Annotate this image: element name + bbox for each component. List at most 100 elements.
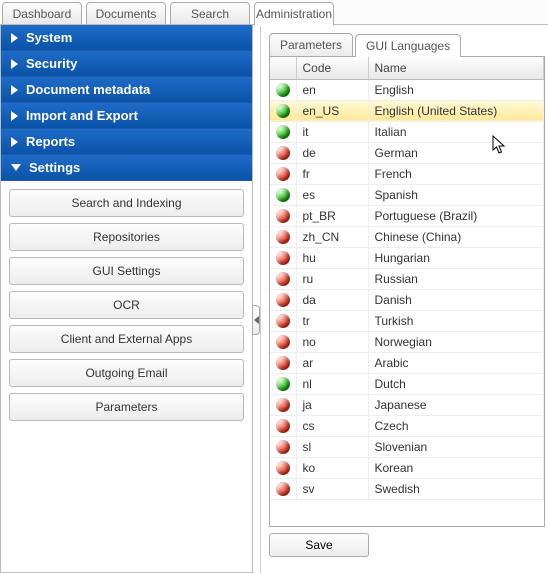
sidebar-item-security[interactable]: Security (1, 51, 252, 77)
settings-btn-search-and-indexing[interactable]: Search and Indexing (9, 189, 244, 217)
table-row[interactable]: trTurkish (270, 310, 544, 331)
table-row[interactable]: deGerman (270, 142, 544, 163)
status-inactive-icon (276, 440, 290, 454)
status-cell (270, 310, 296, 331)
status-inactive-icon (276, 314, 290, 328)
sidebar-item-settings[interactable]: Settings (1, 155, 252, 181)
status-cell (270, 100, 296, 121)
table-row[interactable]: noNorwegian (270, 331, 544, 352)
content-area: System Security Document metadataImport an… (0, 25, 548, 573)
settings-btn-outgoing-email[interactable]: Outgoing Email (9, 359, 244, 387)
table-row[interactable]: jaJapanese (270, 394, 544, 415)
status-cell (270, 331, 296, 352)
code-cell: ja (296, 394, 368, 415)
status-cell (270, 436, 296, 457)
status-inactive-icon (276, 293, 290, 307)
table-row[interactable]: zh_CNChinese (China) (270, 226, 544, 247)
splitter[interactable] (253, 25, 261, 573)
status-cell (270, 79, 296, 100)
status-inactive-icon (276, 272, 290, 286)
table-row[interactable]: nlDutch (270, 373, 544, 394)
code-cell: sv (296, 478, 368, 499)
name-cell: Japanese (368, 394, 544, 415)
sidebar-item-label: System (26, 30, 72, 45)
status-inactive-icon (276, 335, 290, 349)
chevron-right-icon (11, 59, 18, 69)
sidebar-item-system[interactable]: System (1, 25, 252, 51)
status-inactive-icon (276, 461, 290, 475)
code-cell: en_US (296, 100, 368, 121)
name-cell: Chinese (China) (368, 226, 544, 247)
code-cell: de (296, 142, 368, 163)
code-cell: it (296, 121, 368, 142)
table-row[interactable]: en_USEnglish (United States) (270, 100, 544, 121)
name-cell: Slovenian (368, 436, 544, 457)
col-name[interactable]: Name (368, 57, 544, 79)
code-cell: sl (296, 436, 368, 457)
code-cell: fr (296, 163, 368, 184)
save-button[interactable]: Save (269, 533, 369, 557)
settings-btn-repositories[interactable]: Repositories (9, 223, 244, 251)
settings-btn-client-and-external-apps[interactable]: Client and External Apps (9, 325, 244, 353)
main-tab-administration[interactable]: Administration (254, 2, 334, 26)
chevron-right-icon (11, 137, 18, 147)
code-cell: hu (296, 247, 368, 268)
settings-btn-ocr[interactable]: OCR (9, 291, 244, 319)
name-cell: French (368, 163, 544, 184)
sub-tab-gui-languages[interactable]: GUI Languages (355, 34, 461, 57)
name-cell: Italian (368, 121, 544, 142)
table-row[interactable]: frFrench (270, 163, 544, 184)
table-row[interactable]: huHungarian (270, 247, 544, 268)
name-cell: German (368, 142, 544, 163)
sub-tab-parameters[interactable]: Parameters (269, 33, 353, 56)
table-row[interactable]: itItalian (270, 121, 544, 142)
name-cell: Norwegian (368, 331, 544, 352)
table-row[interactable]: slSlovenian (270, 436, 544, 457)
table-row[interactable]: enEnglish (270, 79, 544, 100)
status-inactive-icon (276, 356, 290, 370)
name-cell: Portuguese (Brazil) (368, 205, 544, 226)
main-tab-dashboard[interactable]: Dashboard (2, 2, 82, 24)
table-row[interactable]: esSpanish (270, 184, 544, 205)
status-inactive-icon (276, 419, 290, 433)
main-tab-search[interactable]: Search (170, 2, 250, 24)
sidebar-item-import-and-export[interactable]: Import and Export (1, 103, 252, 129)
name-cell: English (United States) (368, 100, 544, 121)
status-inactive-icon (276, 251, 290, 265)
table-row[interactable]: daDanish (270, 289, 544, 310)
status-cell (270, 121, 296, 142)
status-cell (270, 163, 296, 184)
code-cell: tr (296, 310, 368, 331)
main-tab-documents[interactable]: Documents (86, 2, 166, 24)
status-cell (270, 457, 296, 478)
col-code[interactable]: Code (296, 57, 368, 79)
table-row[interactable]: koKorean (270, 457, 544, 478)
status-cell (270, 142, 296, 163)
settings-btn-parameters[interactable]: Parameters (9, 393, 244, 421)
status-cell (270, 373, 296, 394)
collapse-left-icon[interactable] (252, 305, 260, 335)
sidebar-item-reports[interactable]: Reports (1, 129, 252, 155)
settings-btn-gui-settings[interactable]: GUI Settings (9, 257, 244, 285)
status-inactive-icon (276, 230, 290, 244)
sidebar-item-label: Settings (29, 160, 80, 175)
sidebar-item-document-metadata[interactable]: Document metadata (1, 77, 252, 103)
status-active-icon (276, 104, 290, 118)
name-cell: Dutch (368, 373, 544, 394)
table-row[interactable]: ruRussian (270, 268, 544, 289)
table-row[interactable]: csCzech (270, 415, 544, 436)
status-cell (270, 205, 296, 226)
sidebar-item-label: Security (26, 56, 77, 71)
status-active-icon (276, 83, 290, 97)
languages-table: Code Name enEnglishen_USEnglish (United … (270, 57, 544, 500)
status-cell (270, 352, 296, 373)
code-cell: zh_CN (296, 226, 368, 247)
code-cell: ko (296, 457, 368, 478)
col-status[interactable] (270, 57, 296, 79)
table-row[interactable]: svSwedish (270, 478, 544, 499)
table-row[interactable]: arArabic (270, 352, 544, 373)
status-active-icon (276, 188, 290, 202)
code-cell: ar (296, 352, 368, 373)
table-row[interactable]: pt_BRPortuguese (Brazil) (270, 205, 544, 226)
name-cell: Danish (368, 289, 544, 310)
